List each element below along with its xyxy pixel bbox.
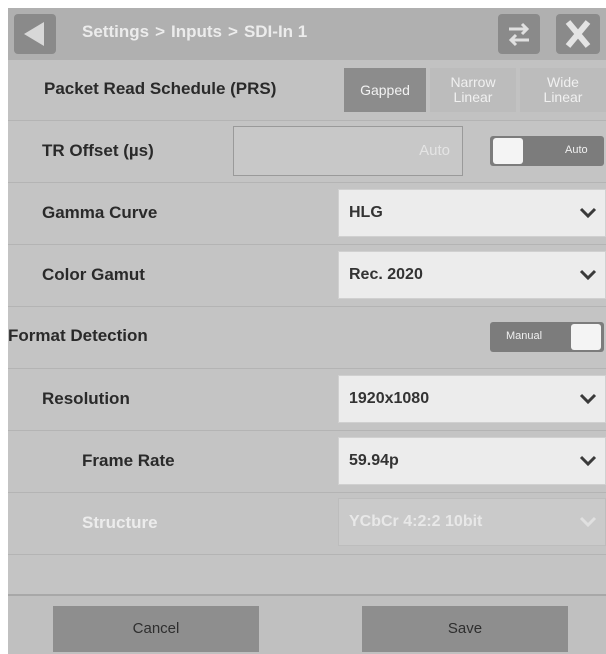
frame-rate-row: Frame Rate 59.94p: [8, 430, 606, 493]
breadcrumb-separator: >: [155, 22, 165, 41]
resolution-row: Resolution 1920x1080: [8, 368, 606, 431]
tr-offset-row: TR Offset (µs) Auto Auto: [8, 120, 606, 183]
gamma-dropdown[interactable]: HLG: [338, 189, 606, 237]
breadcrumb-current: SDI-In 1: [243, 22, 308, 41]
frame-rate-dropdown[interactable]: 59.94p: [338, 437, 606, 485]
toggle-knob: [571, 324, 601, 350]
resolution-label: Resolution: [42, 389, 130, 408]
prs-label: Packet Read Schedule (PRS): [44, 79, 277, 98]
toggle-label: Auto: [565, 144, 588, 156]
chevron-down-icon: [579, 393, 597, 405]
cancel-button[interactable]: Cancel: [53, 606, 259, 652]
back-button[interactable]: [14, 14, 56, 54]
gamma-label: Gamma Curve: [42, 203, 158, 222]
structure-value: YCbCr 4:2:2 10bit: [349, 513, 483, 530]
tr-offset-auto-toggle[interactable]: Auto: [490, 136, 604, 166]
close-icon: [565, 20, 591, 48]
tr-offset-value: Auto: [419, 142, 450, 159]
settings-panel: Settings > Inputs > SDI-In 1 Packet Read Sch…: [8, 8, 606, 654]
breadcrumb-separator: >: [228, 22, 238, 41]
prs-option-narrow-linear[interactable]: Narrow Linear: [430, 68, 516, 112]
footer-bar: Cancel Save: [8, 594, 606, 654]
format-detection-label: Format Detection: [8, 326, 148, 345]
breadcrumb: Settings > Inputs > SDI-In 1: [82, 22, 307, 42]
chevron-down-icon: [579, 455, 597, 467]
gamut-row: Color Gamut Rec. 2020: [8, 244, 606, 307]
format-detection-toggle[interactable]: Manual: [490, 322, 604, 352]
tr-offset-input[interactable]: Auto: [233, 126, 463, 176]
gamut-dropdown[interactable]: Rec. 2020: [338, 251, 606, 299]
prs-option-wide-linear[interactable]: Wide Linear: [520, 68, 606, 112]
tr-offset-label: TR Offset (µs): [42, 141, 154, 160]
chevron-down-icon: [579, 207, 597, 219]
frame-rate-value: 59.94p: [349, 452, 399, 469]
resolution-dropdown[interactable]: 1920x1080: [338, 375, 606, 423]
structure-row: Structure YCbCr 4:2:2 10bit: [8, 492, 606, 555]
gamut-label: Color Gamut: [42, 265, 145, 284]
prs-option-gapped[interactable]: Gapped: [344, 68, 426, 112]
gamma-value: HLG: [349, 204, 383, 221]
toggle-label: Manual: [506, 330, 543, 342]
chevron-down-icon: [579, 269, 597, 281]
resolution-value: 1920x1080: [349, 390, 430, 407]
close-button[interactable]: [556, 14, 600, 54]
swap-arrows-icon: [508, 22, 530, 47]
save-button[interactable]: Save: [362, 606, 568, 652]
frame-rate-label: Frame Rate: [82, 451, 175, 470]
toggle-knob: [493, 138, 523, 164]
swap-button[interactable]: [498, 14, 540, 54]
header-bar: Settings > Inputs > SDI-In 1: [8, 8, 606, 60]
back-arrow-icon: [24, 22, 44, 46]
structure-dropdown: YCbCr 4:2:2 10bit: [338, 498, 606, 546]
structure-label: Structure: [82, 513, 158, 532]
chevron-down-icon: [579, 516, 597, 528]
gamma-row: Gamma Curve HLG: [8, 182, 606, 245]
breadcrumb-inputs[interactable]: Inputs: [171, 22, 222, 41]
breadcrumb-settings[interactable]: Settings: [82, 22, 149, 41]
gamut-value: Rec. 2020: [349, 266, 423, 283]
prs-row: Packet Read Schedule (PRS) Gapped Narrow…: [8, 60, 606, 121]
format-detection-row: Format Detection Manual: [8, 306, 606, 369]
